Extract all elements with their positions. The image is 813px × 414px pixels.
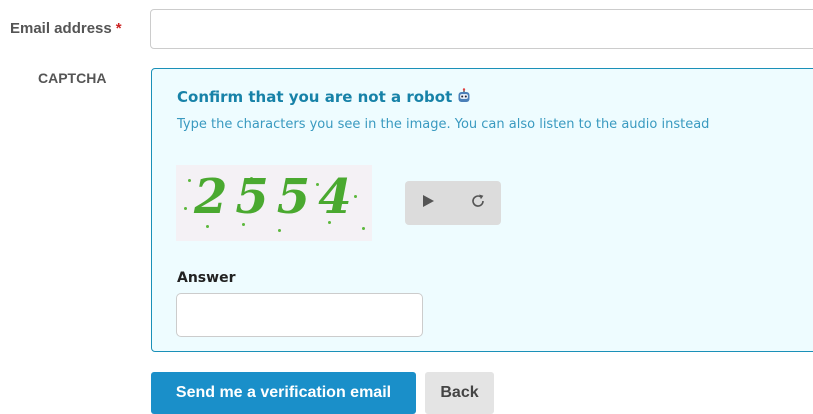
email-label-text: Email address [10,20,112,37]
captcha-instructions: Type the characters you see in the image… [177,117,710,132]
play-icon [421,194,435,213]
answer-field[interactable] [176,293,423,337]
captcha-panel: Confirm that you are not a robot Type th… [151,68,813,352]
refresh-captcha-button[interactable] [455,181,501,225]
captcha-title-text: Confirm that you are not a robot [177,88,453,106]
answer-label: Answer [177,270,236,286]
refresh-icon [470,193,486,214]
captcha-audio-controls [405,181,501,225]
play-audio-button[interactable] [405,181,451,225]
captcha-characters: 2554 [194,169,360,225]
email-field[interactable] [150,9,813,49]
required-marker: * [115,20,122,37]
captcha-image: 2554 [176,165,372,241]
captcha-noise [278,229,281,232]
captcha-title: Confirm that you are not a robot [177,88,472,108]
robot-icon [456,88,472,108]
captcha-noise [184,207,187,210]
email-label: Email address * [10,20,138,37]
captcha-noise [362,227,365,230]
captcha-label: CAPTCHA [38,70,107,86]
captcha-noise [188,179,191,182]
captcha-noise [206,225,209,228]
